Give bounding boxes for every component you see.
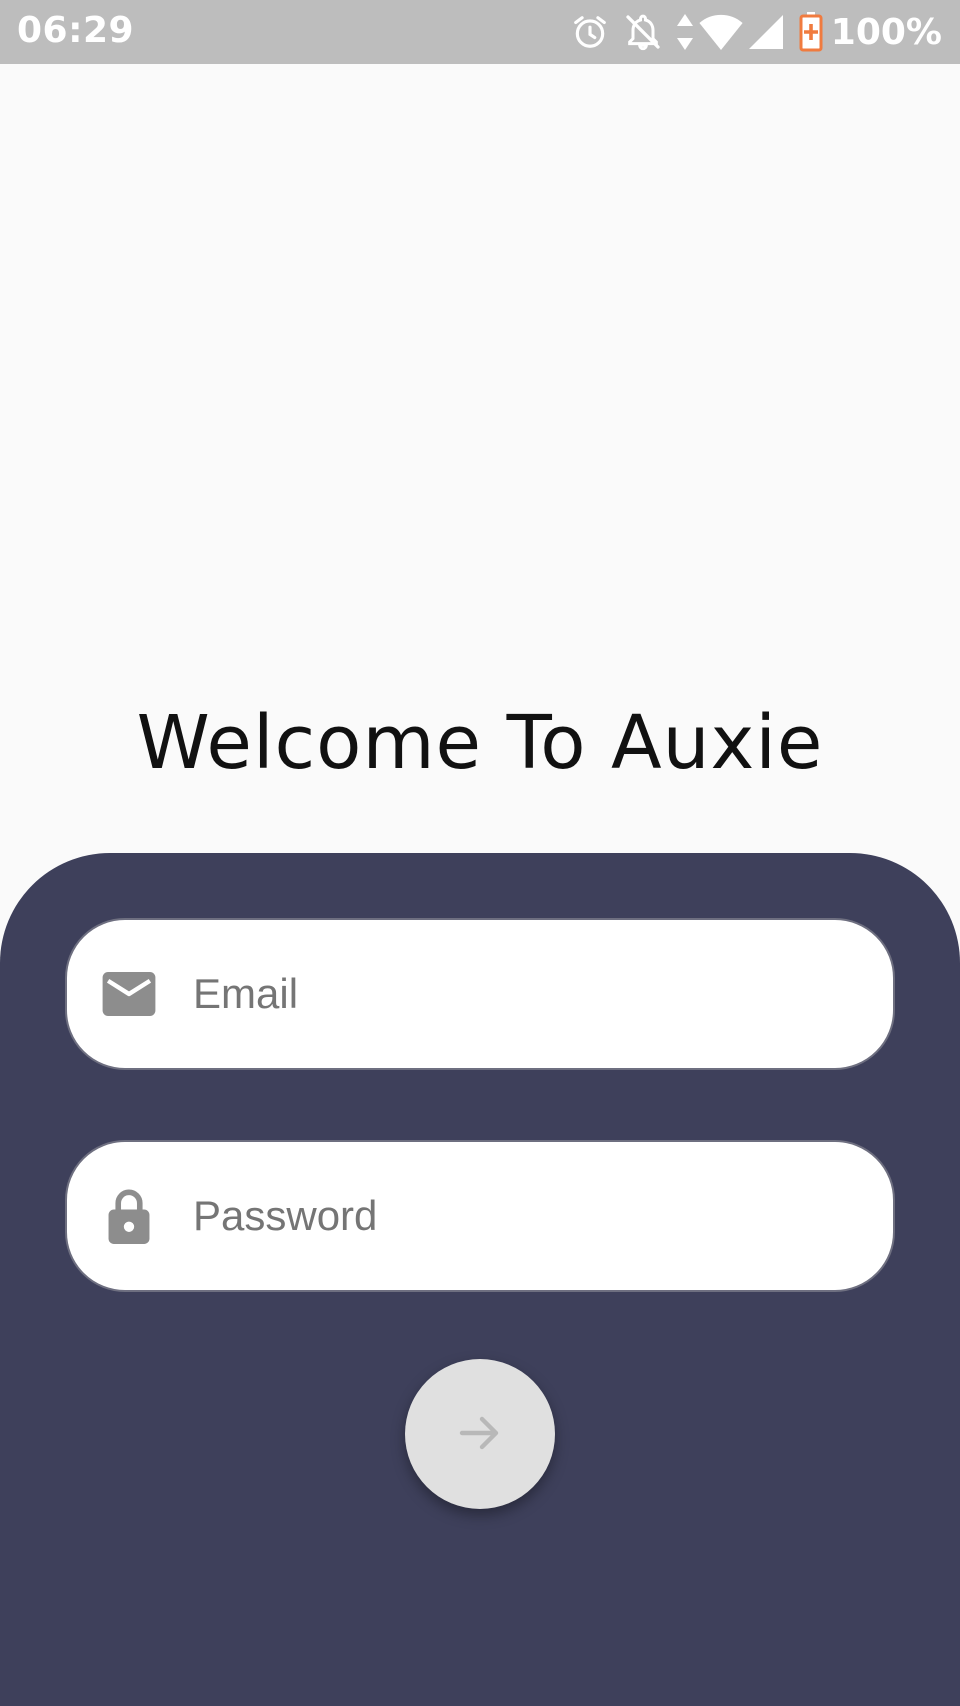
submit-button[interactable] — [405, 1359, 555, 1509]
status-time: 06:29 — [17, 10, 135, 51]
welcome-title: Welcome To Auxie — [136, 700, 824, 786]
status-icons: 100% — [557, 10, 942, 54]
email-icon — [101, 966, 157, 1022]
cell-signal-icon — [748, 15, 783, 49]
arrow-right-icon — [456, 1409, 504, 1460]
password-input[interactable] — [193, 1142, 853, 1290]
wifi-icon — [699, 14, 743, 50]
data-arrows-icon — [676, 14, 693, 50]
email-field[interactable] — [65, 918, 895, 1070]
lock-icon — [101, 1188, 157, 1244]
password-field[interactable] — [65, 1140, 895, 1292]
alarm-icon — [571, 13, 609, 51]
battery-percent: 100% — [830, 11, 942, 53]
status-bar: 06:29 100% — [0, 0, 960, 64]
login-screen: 06:29 100% Welcome To Auxie Email — [0, 0, 960, 1706]
battery-charging-icon — [799, 12, 823, 52]
email-input[interactable] — [193, 920, 853, 1068]
notifications-off-icon — [623, 12, 663, 52]
